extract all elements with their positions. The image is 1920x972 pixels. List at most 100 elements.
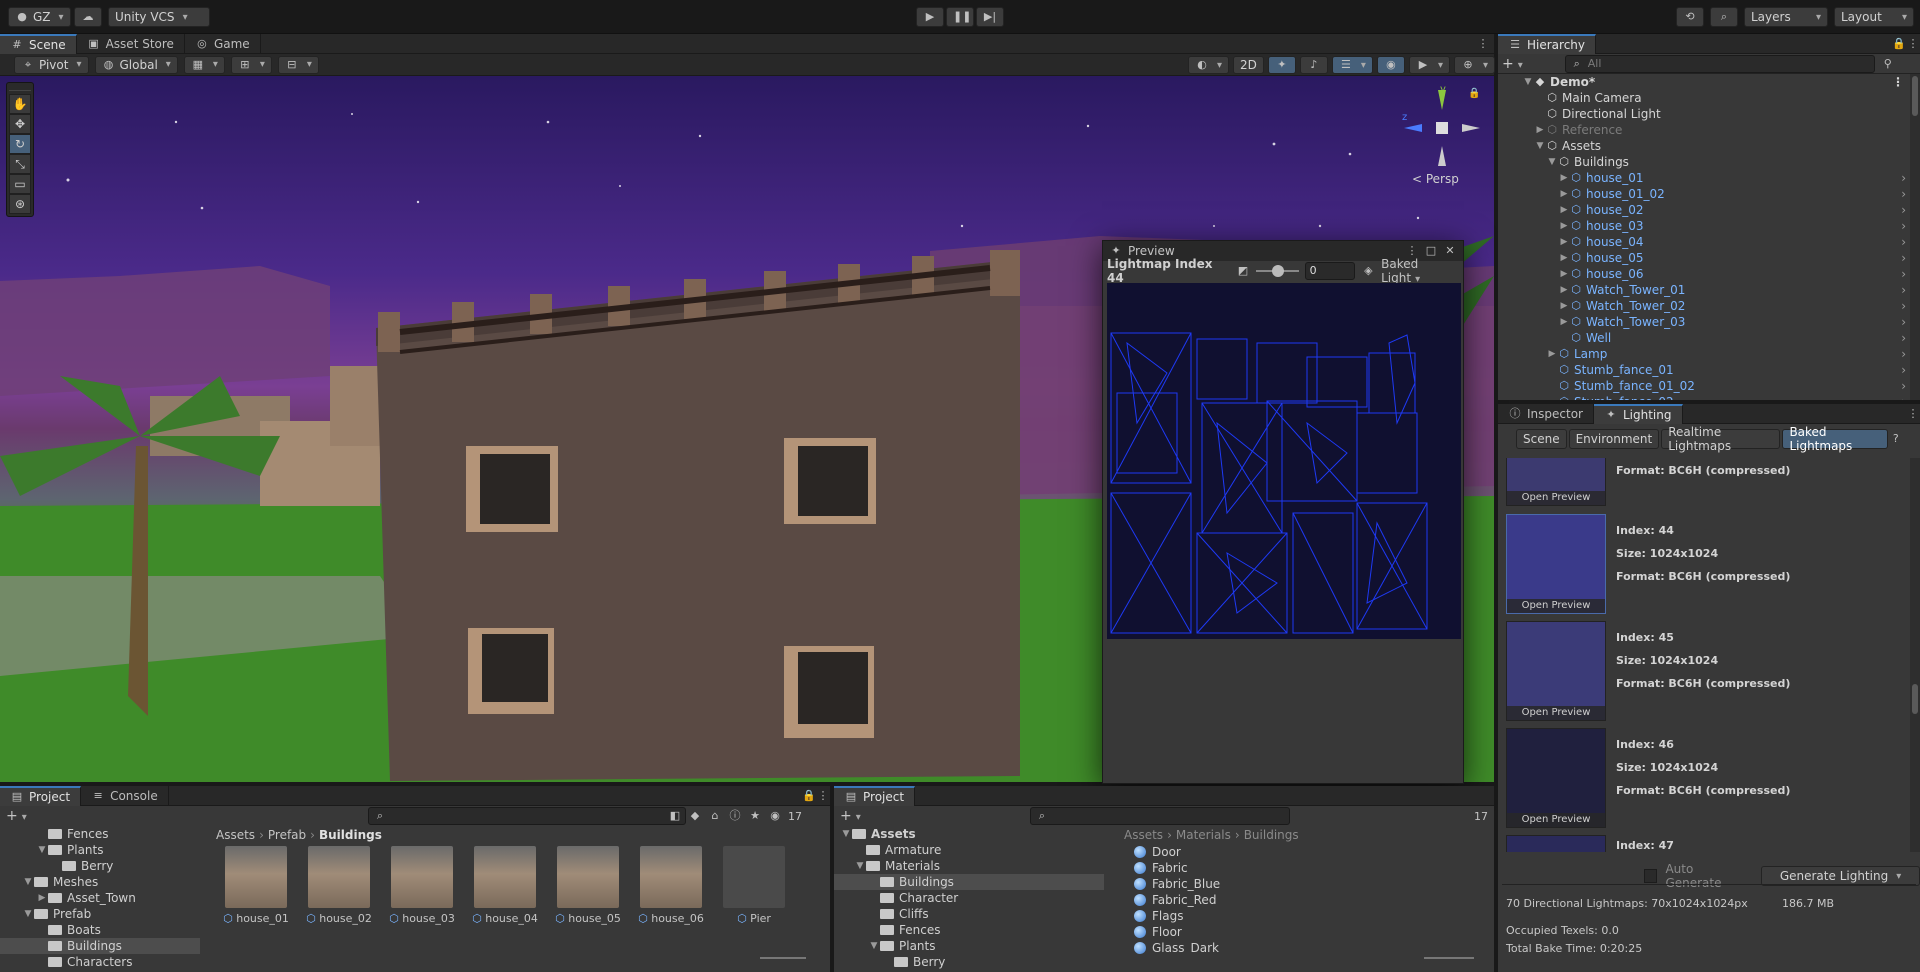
hierarchy-item[interactable]: ⬡ Well › (1498, 330, 1910, 346)
tab-scene[interactable]: # Scene (0, 33, 77, 54)
material-item[interactable]: Glass_Dark (1134, 940, 1474, 954)
ruler-dropdown[interactable]: ⊟ (277, 55, 319, 74)
breadcrumb2-buildings[interactable]: Buildings (1244, 828, 1299, 842)
folder-item[interactable]: ▼ Meshes (0, 874, 200, 890)
hierarchy-item[interactable]: ⬡ Stumb_fance_02 › (1498, 394, 1910, 400)
vcs-dropdown[interactable]: Unity VCS (108, 7, 210, 27)
folder-item[interactable]: Berry (834, 954, 1104, 970)
cloud-button[interactable]: ☁ (74, 7, 102, 27)
open-prefab-icon[interactable]: › (1901, 283, 1910, 297)
hierarchy-item[interactable]: ▶ ⬡ Watch_Tower_01 › (1498, 282, 1910, 298)
folder-item[interactable]: Boats (0, 922, 200, 938)
hierarchy-item[interactable]: ▶ ⬡ house_01_02 › (1498, 186, 1910, 202)
favorite-icon[interactable]: ★ (748, 809, 762, 823)
material-item[interactable]: Fabric_Red (1134, 892, 1474, 908)
scene-menu-icon[interactable]: ⋮ (1476, 37, 1490, 51)
folder-item[interactable]: ▶ Asset_Town (0, 890, 200, 906)
open-prefab-icon[interactable]: › (1901, 315, 1910, 329)
material-item[interactable]: Floor (1134, 924, 1474, 940)
lighting-toggle[interactable]: ✦ (1267, 56, 1296, 74)
expand-arrow-icon[interactable]: ▶ (1534, 125, 1546, 135)
expand-arrow-icon[interactable]: ▼ (22, 909, 34, 919)
play-button[interactable]: ▶ (916, 7, 944, 27)
asset-tile[interactable]: ⬡ Pier (714, 846, 794, 925)
expand-arrow-icon[interactable]: ▼ (1522, 77, 1534, 87)
hierarchy-item[interactable]: ⬡ Stumb_fance_01 › (1498, 362, 1910, 378)
project-add-button[interactable]: + (6, 808, 27, 824)
global-dropdown[interactable]: ◍ Global (94, 55, 178, 74)
info-filter-icon[interactable]: ⓘ (728, 809, 742, 823)
folder-item[interactable]: Berry (0, 858, 200, 874)
open-prefab-icon[interactable]: › (1901, 251, 1910, 265)
hierarchy-item[interactable]: ⬡ Directional Light (1498, 106, 1910, 122)
breadcrumb2-materials[interactable]: Materials (1176, 828, 1231, 842)
hand-tool[interactable]: ✋ (9, 94, 31, 114)
expand-arrow-icon[interactable]: ▼ (868, 941, 880, 951)
hierarchy-item[interactable]: ▶ ⬡ house_02 › (1498, 202, 1910, 218)
expand-arrow-icon[interactable]: ▶ (1558, 285, 1570, 295)
subtab-environment[interactable]: Environment (1568, 429, 1660, 449)
expand-arrow-icon[interactable]: ▼ (22, 877, 34, 887)
shading-dropdown[interactable]: ◐ (1188, 56, 1230, 74)
material-item[interactable]: Fabric (1134, 860, 1474, 876)
expand-arrow-icon[interactable]: ▼ (1534, 141, 1546, 151)
hierarchy-item[interactable]: ▼ ◆ Demo* ⋮ (1498, 74, 1910, 90)
breadcrumb-prefab[interactable]: Prefab (268, 828, 306, 842)
tab-game[interactable]: ◎ Game (185, 33, 261, 54)
camera-dropdown[interactable]: ▶ (1408, 56, 1450, 74)
hierarchy-add-button[interactable]: + (1502, 56, 1523, 72)
project2-search[interactable]: ⌕ (1030, 807, 1290, 825)
history-button[interactable]: ⟲ (1676, 7, 1704, 27)
open-prefab-icon[interactable]: › (1901, 331, 1910, 345)
folder-item[interactable]: Fences (0, 826, 200, 842)
expand-arrow-icon[interactable]: ▶ (1558, 237, 1570, 247)
hierarchy-item[interactable]: ▶ ⬡ Reference (1498, 122, 1910, 138)
lightmap-item[interactable]: Open Preview Index: 44 Size: 1024x1024 F… (1506, 514, 1886, 614)
open-preview-button[interactable]: Open Preview (1507, 599, 1605, 613)
open-prefab-icon[interactable]: › (1901, 395, 1910, 400)
material-item[interactable]: Door (1134, 844, 1474, 860)
hierarchy-item[interactable]: ▶ ⬡ house_06 › (1498, 266, 1910, 282)
lighting-scrollbar[interactable] (1910, 458, 1920, 852)
hierarchy-item[interactable]: ▶ ⬡ house_05 › (1498, 250, 1910, 266)
search-by-type-icon[interactable]: ◧ (668, 809, 682, 823)
exposure-slider[interactable] (1255, 265, 1299, 277)
hidden-count-icon[interactable]: ◉ (768, 809, 782, 823)
layers-icon[interactable]: ◈ (1361, 264, 1375, 278)
hierarchy-item[interactable]: ▶ ⬡ house_01 › (1498, 170, 1910, 186)
maximize-icon[interactable]: □ (1424, 244, 1438, 258)
expand-arrow-icon[interactable]: ▼ (840, 829, 852, 839)
expand-arrow-icon[interactable]: ▶ (1558, 189, 1570, 199)
account-dropdown[interactable]: ● GZ (8, 7, 71, 27)
open-prefab-icon[interactable]: › (1901, 235, 1910, 249)
open-prefab-icon[interactable]: › (1901, 187, 1910, 201)
rect-tool[interactable]: ▭ (9, 174, 31, 194)
search-button[interactable]: ⌕ (1710, 7, 1738, 27)
hierarchy-lock-icon[interactable]: 🔒 (1892, 37, 1906, 51)
folder-item[interactable]: ▼ Assets (834, 826, 1104, 842)
subtab-baked-lightmaps[interactable]: Baked Lightmaps (1782, 425, 1888, 453)
open-preview-button[interactable]: Open Preview (1507, 813, 1605, 827)
folder-item[interactable]: Character (834, 890, 1104, 906)
hierarchy-item[interactable]: ▶ ⬡ house_04 › (1498, 234, 1910, 250)
material-item[interactable]: Fabric_Blue (1134, 876, 1474, 892)
mode-2d-toggle[interactable]: 2D (1233, 56, 1264, 74)
lightmap-item[interactable]: Open Preview Index: 46 Size: 1024x1024 F… (1506, 728, 1886, 828)
pause-button[interactable]: ❚❚ (946, 7, 974, 27)
scene-menu-icon[interactable]: ⋮ (1892, 75, 1910, 89)
hierarchy-item[interactable]: ▶ ⬡ Lamp › (1498, 346, 1910, 362)
breadcrumb2-assets[interactable]: Assets (1124, 828, 1163, 842)
expand-arrow-icon[interactable]: ▶ (36, 893, 48, 903)
folder-item[interactable]: ▼ Plants (834, 938, 1104, 954)
project2-size-slider[interactable] (1424, 957, 1474, 959)
open-prefab-icon[interactable]: › (1901, 203, 1910, 217)
pivot-dropdown[interactable]: ⌖ Pivot (14, 55, 89, 74)
transform-tool[interactable]: ⊛ (9, 194, 31, 214)
expand-arrow-icon[interactable]: ▶ (1558, 253, 1570, 263)
folder-item[interactable]: Armature (834, 842, 1104, 858)
expand-arrow-icon[interactable]: ▶ (1558, 269, 1570, 279)
folder-item[interactable]: ▼ Materials (834, 858, 1104, 874)
expand-arrow-icon[interactable]: ▶ (1558, 205, 1570, 215)
expand-arrow-icon[interactable]: ▼ (854, 861, 866, 871)
expand-arrow-icon[interactable]: ▶ (1558, 301, 1570, 311)
